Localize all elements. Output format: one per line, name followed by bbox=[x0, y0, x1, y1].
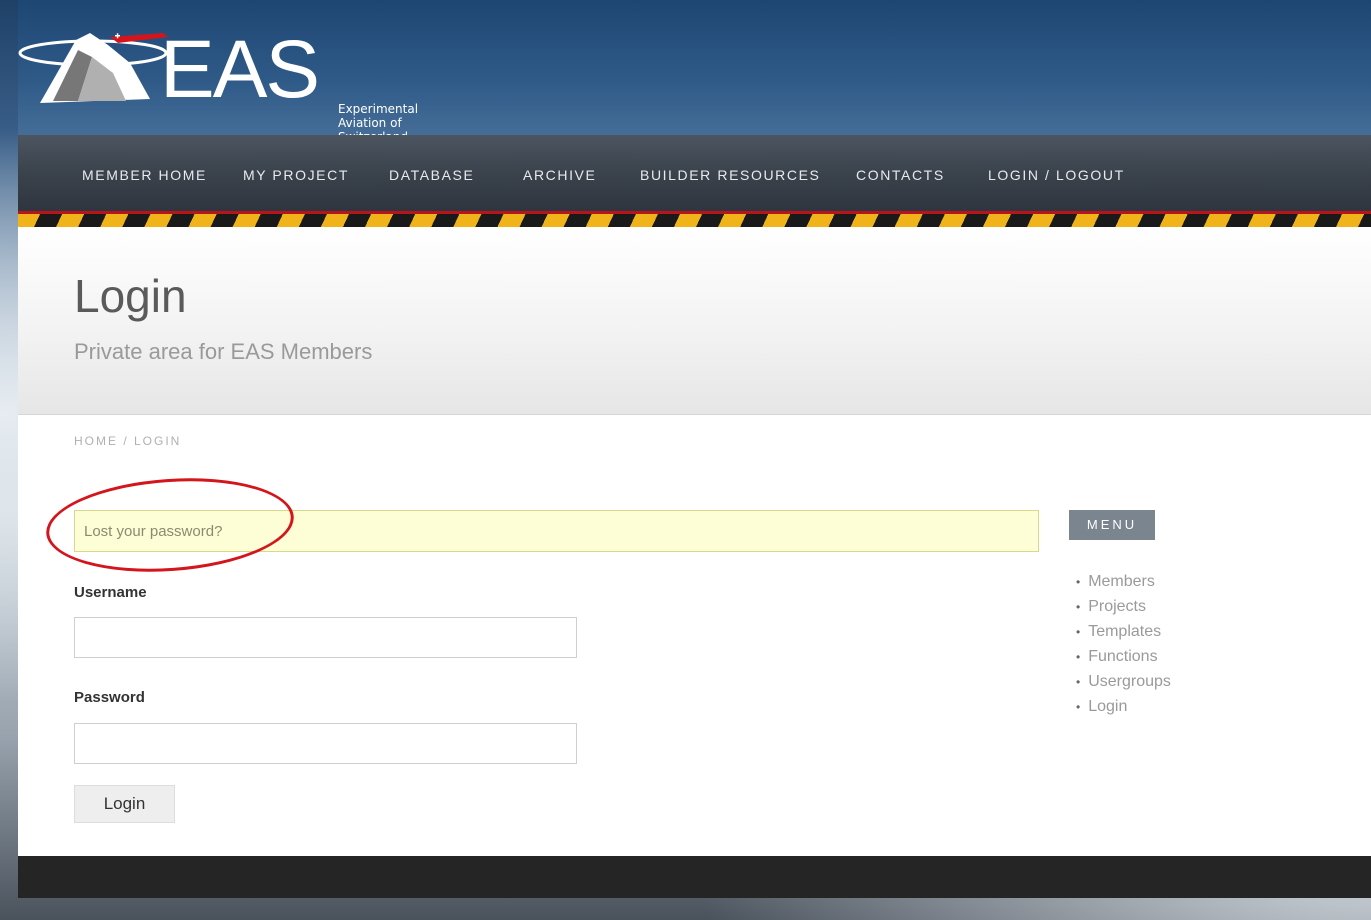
sidebar-item-label: Templates bbox=[1088, 623, 1162, 640]
login-button[interactable]: Login bbox=[74, 785, 175, 823]
password-label: Password bbox=[74, 689, 145, 706]
username-input[interactable] bbox=[74, 617, 577, 658]
logo-text: EAS bbox=[160, 24, 320, 115]
hazard-stripe-divider bbox=[18, 211, 1371, 227]
bullet-icon: • bbox=[1076, 650, 1081, 664]
username-label: Username bbox=[74, 584, 147, 601]
nav-my-project[interactable]: MY PROJECT bbox=[243, 167, 349, 183]
site-header: EAS Experimental Aviation of Switzerland bbox=[18, 0, 1371, 144]
sidebar-item-projects[interactable]: • Projects bbox=[1076, 594, 1171, 619]
breadcrumb: HOME / LOGIN bbox=[74, 434, 182, 448]
sidebar-item-functions[interactable]: • Functions bbox=[1076, 644, 1171, 669]
sidebar-item-usergroups[interactable]: • Usergroups bbox=[1076, 669, 1171, 694]
nav-database[interactable]: DATABASE bbox=[389, 167, 474, 183]
password-input[interactable] bbox=[74, 723, 577, 764]
main-navigation: MEMBER HOME MY PROJECT DATABASE ARCHIVE … bbox=[18, 135, 1371, 213]
page-title: Login bbox=[74, 270, 187, 322]
nav-builder-resources[interactable]: BUILDER RESOURCES bbox=[640, 167, 820, 183]
bullet-icon: • bbox=[1076, 675, 1081, 689]
site-footer bbox=[18, 856, 1371, 898]
sidebar-item-label: Login bbox=[1088, 698, 1128, 715]
matterhorn-plane-logo-icon bbox=[18, 33, 168, 103]
nav-member-home[interactable]: MEMBER HOME bbox=[82, 167, 207, 183]
nav-archive[interactable]: ARCHIVE bbox=[523, 167, 596, 183]
sidebar-item-label: Projects bbox=[1088, 598, 1146, 615]
sidebar-item-members[interactable]: • Members bbox=[1076, 569, 1171, 594]
bullet-icon: • bbox=[1076, 600, 1081, 614]
bullet-icon: • bbox=[1076, 575, 1081, 589]
red-circle-highlight bbox=[43, 470, 297, 580]
main-content: Login Private area for EAS Members HOME … bbox=[18, 227, 1371, 856]
sidebar-item-templates[interactable]: • Templates bbox=[1076, 619, 1171, 644]
sidebar-menu-title: MENU bbox=[1069, 510, 1155, 540]
bullet-icon: • bbox=[1076, 625, 1081, 639]
sidebar-item-label: Usergroups bbox=[1088, 673, 1171, 690]
sidebar-item-login[interactable]: • Login bbox=[1076, 694, 1171, 719]
site-logo[interactable]: EAS Experimental Aviation of Switzerland bbox=[18, 15, 418, 144]
sidebar-item-label: Functions bbox=[1088, 648, 1158, 665]
sidebar-item-label: Members bbox=[1088, 573, 1155, 590]
nav-login-logout[interactable]: LOGIN / LOGOUT bbox=[988, 167, 1125, 183]
page-container: EAS Experimental Aviation of Switzerland… bbox=[18, 0, 1371, 920]
bullet-icon: • bbox=[1076, 700, 1081, 714]
sidebar-menu-list: • Members • Projects • Templates • Functions… bbox=[1076, 569, 1171, 719]
title-band: Login Private area for EAS Members bbox=[18, 227, 1371, 415]
nav-contacts[interactable]: CONTACTS bbox=[856, 167, 945, 183]
page-subtitle: Private area for EAS Members bbox=[74, 339, 373, 364]
